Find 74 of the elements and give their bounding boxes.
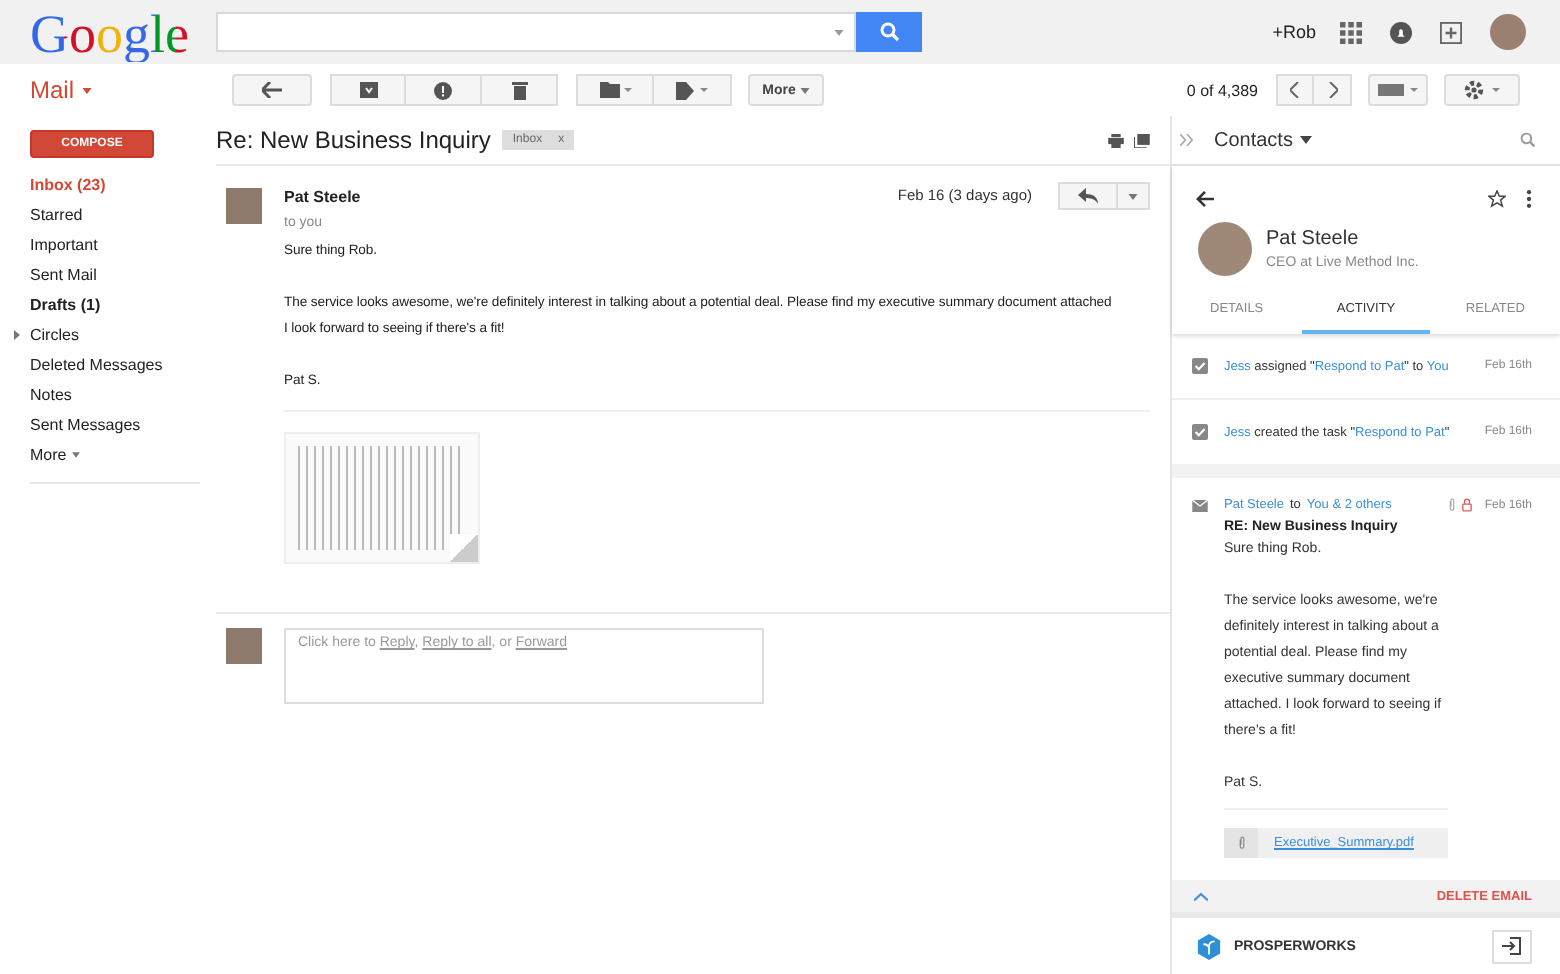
caret-icon — [799, 87, 810, 93]
sign-in-button[interactable] — [1492, 929, 1532, 963]
reply-button[interactable] — [1058, 182, 1118, 210]
more-vertical-icon[interactable] — [1526, 189, 1532, 207]
labels-button[interactable] — [654, 74, 732, 106]
search-icon[interactable] — [1520, 132, 1536, 148]
apps-grid-icon[interactable] — [1340, 21, 1362, 43]
avatar — [226, 188, 262, 224]
caret-icon — [834, 29, 844, 35]
sidebar-item[interactable]: Important — [0, 230, 216, 260]
sidebar-item[interactable]: More — [0, 440, 216, 470]
sidebar-item[interactable]: Drafts (1) — [0, 290, 216, 320]
delete-button[interactable] — [482, 74, 558, 106]
chevron-right-icon — [1327, 82, 1337, 98]
settings-button[interactable] — [1444, 74, 1520, 106]
caret-icon — [1300, 136, 1313, 144]
chevron-left-icon — [1290, 82, 1300, 98]
trash-icon — [511, 80, 527, 100]
mail-menu[interactable]: Mail — [0, 76, 216, 104]
contact-name: Pat Steele — [1266, 228, 1361, 250]
keyboard-button[interactable] — [1368, 74, 1428, 106]
tag-icon — [676, 81, 708, 99]
avatar — [226, 628, 262, 664]
collapse-chevron-icon[interactable] — [1194, 891, 1208, 901]
back-arrow-icon — [262, 82, 282, 98]
archive-icon — [359, 82, 377, 98]
move-to-button[interactable] — [576, 74, 654, 106]
account-link[interactable]: +Rob — [1272, 22, 1316, 42]
checkbox-icon — [1192, 424, 1208, 440]
sidebar-item[interactable]: Sent Mail — [0, 260, 216, 290]
paperclip-icon — [1237, 836, 1245, 850]
sidebar-item[interactable]: Sent Messages — [0, 410, 216, 440]
envelope-icon — [1192, 499, 1208, 511]
back-button[interactable] — [232, 74, 312, 106]
sidebar-item[interactable]: Deleted Messages — [0, 350, 216, 380]
sidebar-item[interactable]: Inbox (23) — [0, 170, 216, 200]
contact-avatar — [1198, 222, 1252, 276]
notifications-icon[interactable] — [1390, 21, 1412, 43]
star-icon[interactable] — [1488, 189, 1506, 207]
search-icon — [879, 22, 899, 42]
contacts-menu[interactable]: Contacts — [1214, 129, 1313, 151]
checkbox-icon — [1192, 358, 1208, 374]
sidebar-item[interactable]: Notes — [0, 380, 216, 410]
share-plus-icon[interactable] — [1440, 21, 1462, 43]
new-window-icon[interactable] — [1134, 133, 1150, 147]
email-subject: Re: New Business Inquiry — [216, 126, 491, 154]
avatar[interactable] — [1490, 14, 1526, 50]
prosperworks-logo-icon — [1196, 933, 1222, 959]
settings-icon — [1464, 80, 1500, 100]
paperclip-icon — [1448, 498, 1457, 512]
keyboard-icon — [1378, 84, 1418, 96]
document-thumbnail[interactable] — [284, 432, 480, 564]
sender-name[interactable]: Pat Steele — [284, 186, 361, 208]
search-field[interactable] — [216, 12, 856, 52]
message-count: 0 of 4,389 — [1186, 81, 1258, 99]
sidebar-item[interactable]: Starred — [0, 200, 216, 230]
reply-icon — [1078, 188, 1098, 204]
folder-icon — [599, 82, 631, 98]
exit-icon — [1502, 936, 1522, 956]
exclamation-icon — [434, 81, 452, 99]
caret-icon — [72, 452, 81, 458]
sidebar-item[interactable]: Circles — [0, 320, 216, 350]
search-button[interactable] — [856, 12, 922, 52]
lock-icon — [1462, 498, 1473, 512]
caret-icon — [1128, 193, 1138, 199]
previous-button[interactable] — [1276, 74, 1314, 106]
next-button[interactable] — [1314, 74, 1352, 106]
expand-arrow-icon — [14, 330, 20, 340]
archive-button[interactable] — [330, 74, 406, 106]
back-arrow-icon[interactable] — [1196, 189, 1214, 207]
report-spam-button[interactable] — [406, 74, 482, 106]
caret-icon — [82, 87, 93, 93]
reply-options-button[interactable] — [1118, 182, 1150, 210]
print-icon[interactable] — [1108, 133, 1124, 147]
